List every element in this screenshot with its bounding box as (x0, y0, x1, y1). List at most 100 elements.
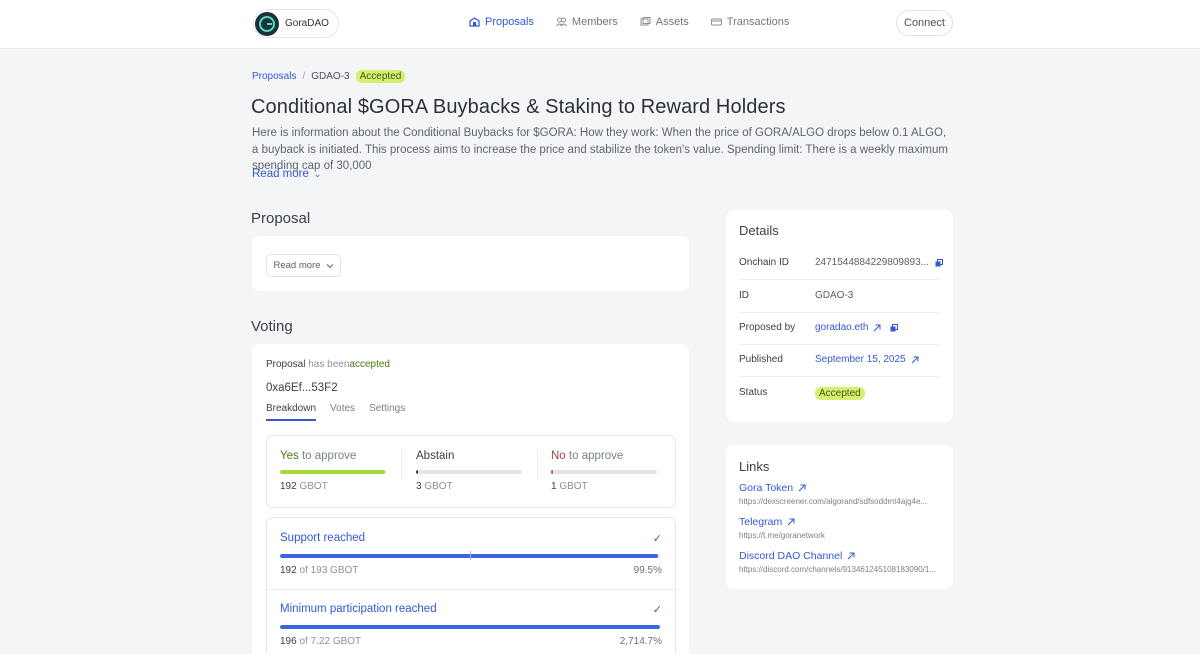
nav-transactions[interactable]: Transactions (710, 16, 789, 28)
breakdown-yes-rest: to approve (301, 450, 357, 462)
participation-row: Minimum participation reached ✓ 196 of 7… (280, 603, 662, 647)
connect-button[interactable]: Connect (896, 10, 953, 36)
assets-icon (640, 17, 651, 26)
breakdown-yes-value: 192 (280, 481, 297, 492)
support-box: Support reached ✓ 192 of 193 GBOT 99.5% … (266, 517, 676, 654)
details-row-published: Published September 15, 2025 (739, 344, 939, 377)
links-card: Links Gora Token https://dexscreener.com… (726, 445, 953, 589)
external-link-icon (787, 518, 795, 526)
tab-breakdown[interactable]: Breakdown (266, 403, 317, 421)
check-icon: ✓ (652, 533, 662, 545)
proposed-by-link[interactable]: goradao.eth (815, 322, 868, 333)
chevron-down-icon: ⌄ (313, 168, 322, 179)
proposal-card: Read more (252, 236, 689, 291)
participation-title: Minimum participation reached (280, 603, 437, 615)
voting-section-title: Voting (251, 318, 293, 335)
link-item[interactable]: Gora Token https://dexscreener.com/algor… (739, 482, 944, 506)
proposal-read-more-label: Read more (273, 260, 321, 271)
breakdown-divider (401, 450, 402, 480)
details-card: Details Onchain ID 2471544884229809893..… (726, 210, 953, 422)
proposal-section-title: Proposal (251, 210, 311, 227)
breakdown-abstain-unit: GBOT (424, 481, 453, 492)
tab-votes[interactable]: Votes (330, 403, 355, 421)
proposals-icon (469, 17, 480, 27)
details-label: Onchain ID (739, 257, 790, 268)
voting-status-line: Proposal has beenaccepted (266, 359, 390, 370)
copy-icon[interactable] (890, 323, 899, 332)
link-title: Discord DAO Channel (739, 550, 843, 562)
external-link-icon[interactable] (911, 356, 919, 364)
onchain-id-value: 2471544884229809893... (815, 257, 930, 268)
breakdown-no-value: 1 (551, 481, 557, 492)
breakdown-no-fill (551, 470, 553, 474)
breakdown-abstain-fill (416, 470, 418, 474)
link-title: Gora Token (739, 482, 794, 494)
read-more-label: Read more (252, 168, 309, 180)
details-label: Status (739, 387, 768, 398)
link-item[interactable]: Telegram https://t.me/goranetwork (739, 516, 944, 540)
breakdown-abstain: Abstain 3 GBOT (416, 450, 522, 492)
external-link-icon (798, 484, 806, 492)
external-link-icon[interactable] (873, 324, 881, 332)
brand-logo-button[interactable]: GoraDAO (253, 9, 339, 38)
voting-tabs: Breakdown Votes Settings (266, 403, 419, 421)
nav-assets[interactable]: Assets (640, 16, 689, 28)
participation-value: 196 (280, 636, 297, 647)
goradao-logo-icon (255, 11, 279, 36)
support-of: of 193 GBOT (299, 565, 359, 576)
tab-settings[interactable]: Settings (369, 403, 405, 421)
participation-percent: 2,714.7% (619, 636, 662, 647)
status-badge: Accepted (355, 70, 406, 83)
breakdown-no-strong: No (551, 450, 566, 462)
nav-proposals-label: Proposals (485, 16, 534, 28)
id-value: GDAO-3 (815, 290, 854, 301)
support-divider (267, 589, 675, 590)
details-title: Details (739, 223, 779, 238)
breakdown-divider (537, 450, 538, 480)
nav-members[interactable]: Members (556, 16, 618, 28)
breadcrumb-proposals-link[interactable]: Proposals (252, 71, 296, 82)
breakdown-abstain-value: 3 (416, 481, 422, 492)
status-word: accepted (349, 359, 390, 370)
members-icon (556, 17, 567, 27)
published-link[interactable]: September 15, 2025 (815, 354, 906, 365)
support-value: 192 (280, 565, 297, 576)
details-row-onchain-id: Onchain ID 2471544884229809893... (739, 247, 944, 280)
support-reached-title: Support reached (280, 532, 366, 544)
links-title: Links (739, 459, 770, 474)
proposal-description: Here is information about the Conditiona… (252, 127, 948, 172)
details-row-proposed-by: Proposed by goradao.eth (739, 312, 939, 345)
participation-of: of 7.22 GBOT (299, 636, 362, 647)
chevron-down-icon (326, 263, 333, 268)
details-label: Proposed by (739, 322, 796, 333)
details-label: Published (739, 354, 783, 365)
breakdown-no-bar (551, 470, 657, 474)
details-label: ID (739, 290, 749, 301)
status-prefix: Proposal (266, 359, 306, 370)
external-link-icon (847, 552, 855, 560)
breakdown-abstain-bar (416, 470, 522, 474)
nav-proposals[interactable]: Proposals (469, 16, 534, 28)
status-middle: has been (308, 359, 350, 370)
breadcrumb-current: GDAO-3 (311, 71, 350, 82)
check-icon: ✓ (652, 604, 662, 616)
support-reached-row: Support reached ✓ 192 of 193 GBOT 99.5% (280, 532, 662, 576)
brand-name: GoraDAO (285, 18, 329, 29)
breakdown-yes-unit: GBOT (299, 481, 328, 492)
top-header: GoraDAO Proposals Members Assets Transac… (0, 0, 1200, 49)
participation-fill (280, 625, 660, 629)
breakdown-no-unit: GBOT (559, 481, 588, 492)
link-url: https://dexscreener.com/algorand/sdfsodd… (739, 497, 928, 506)
details-row-status: Status Accepted (739, 377, 939, 410)
link-item[interactable]: Discord DAO Channel https://discord.com/… (739, 550, 944, 574)
link-url: https://t.me/goranetwork (739, 531, 825, 540)
status-badge: Accepted (815, 387, 865, 400)
details-row-id: ID GDAO-3 (739, 280, 939, 313)
breakdown-yes-fill (280, 470, 386, 474)
support-percent: 99.5% (633, 565, 662, 576)
link-title: Telegram (739, 516, 783, 528)
read-more-link[interactable]: Read more ⌄ (252, 168, 321, 180)
copy-icon[interactable] (935, 258, 944, 267)
proposal-read-more-button[interactable]: Read more (266, 254, 341, 277)
vote-breakdown: Yes to approve 192 GBOT Abstain 3 GBOT N… (266, 435, 676, 508)
